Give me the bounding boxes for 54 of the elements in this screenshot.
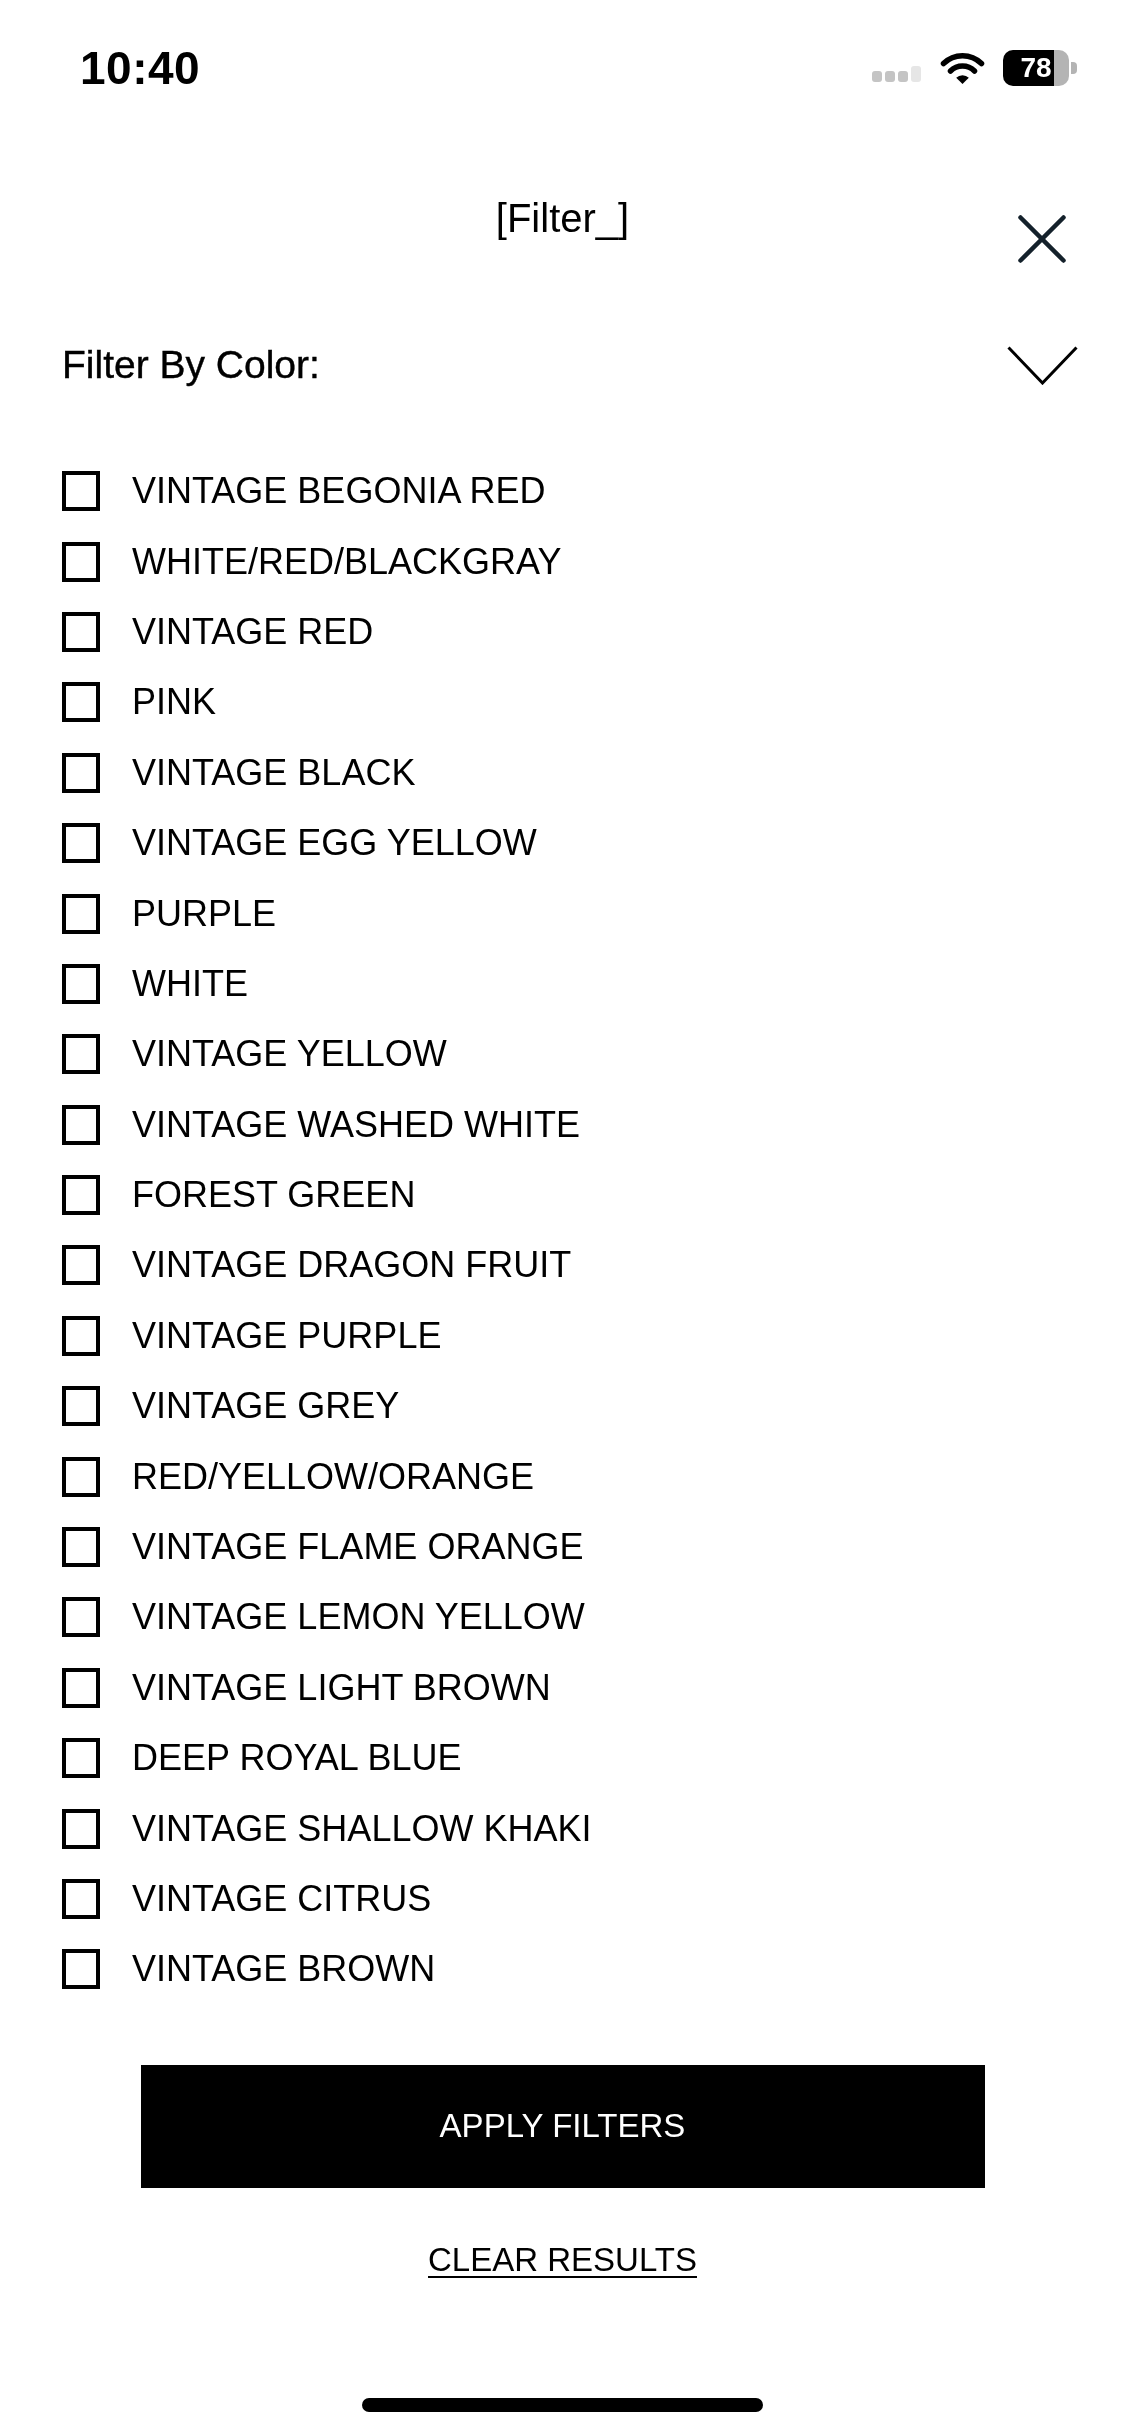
color-option-label: WHITE/RED/BLACKGRAY — [132, 539, 562, 584]
checkbox[interactable] — [62, 1597, 100, 1638]
checkbox[interactable] — [62, 1879, 100, 1919]
checkbox[interactable] — [62, 1456, 100, 1497]
color-option-label: VINTAGE WASHED WHITE — [132, 1102, 580, 1147]
checkbox[interactable] — [62, 541, 100, 582]
checkbox[interactable] — [62, 1175, 100, 1216]
status-time: 10:40 — [80, 45, 201, 91]
wifi-icon — [940, 51, 985, 85]
color-option-label: VINTAGE SHALLOW KHAKI — [132, 1806, 592, 1851]
color-option-label: VINTAGE EGG YELLOW — [132, 821, 537, 866]
color-option-label: VINTAGE FLAME ORANGE — [132, 1525, 584, 1570]
close-icon[interactable] — [1018, 215, 1066, 263]
checkbox[interactable] — [62, 1034, 100, 1075]
checkbox[interactable] — [62, 471, 100, 512]
color-option-label: VINTAGE BEGONIA RED — [132, 469, 546, 514]
checkbox[interactable] — [62, 1386, 100, 1427]
color-option-label: RED/YELLOW/ORANGE — [132, 1454, 535, 1499]
color-option-label: VINTAGE LEMON YELLOW — [132, 1595, 585, 1640]
checkbox[interactable] — [62, 611, 100, 652]
checkbox[interactable] — [62, 963, 100, 1004]
checkbox[interactable] — [62, 682, 100, 723]
checkbox[interactable] — [62, 1949, 100, 1990]
filter-section-label: Filter By Color: — [62, 342, 320, 388]
battery-indicator: 78 — [1003, 50, 1077, 86]
color-option-label: VINTAGE DRAGON FRUIT — [132, 1243, 572, 1288]
color-option-label: VINTAGE YELLOW — [132, 1032, 447, 1077]
chevron-icon[interactable] — [1007, 345, 1078, 385]
checkbox[interactable] — [62, 1315, 100, 1356]
checkbox[interactable] — [62, 1104, 100, 1145]
checkbox[interactable] — [62, 752, 100, 793]
color-option-label: VINTAGE RED — [132, 609, 374, 654]
color-option-label: DEEP ROYAL BLUE — [132, 1736, 462, 1781]
apply-filters-button[interactable]: APPLY FILTERS — [140, 2064, 985, 2188]
checkbox[interactable] — [62, 1667, 100, 1708]
color-option-label: WHITE — [132, 961, 248, 1006]
color-option-label: PURPLE — [132, 891, 277, 936]
color-option-label: VINTAGE LIGHT BROWN — [132, 1665, 551, 1710]
checkbox[interactable] — [62, 1245, 100, 1286]
color-option-label: VINTAGE GREY — [132, 1384, 400, 1429]
color-option-label: FOREST GREEN — [132, 1173, 416, 1218]
clear-results-link[interactable]: CLEAR RESULTS — [428, 2237, 697, 2282]
checkbox[interactable] — [62, 823, 100, 864]
checkbox[interactable] — [62, 893, 100, 934]
color-option-label: VINTAGE BLACK — [132, 750, 416, 795]
checkbox[interactable] — [62, 1738, 100, 1779]
signal-icon — [872, 66, 924, 82]
color-option-label: PINK — [132, 680, 217, 725]
color-option-label: VINTAGE PURPLE — [132, 1313, 442, 1358]
color-option-label: VINTAGE CITRUS — [132, 1877, 432, 1921]
screen-title: [Filter_] — [495, 195, 630, 241]
checkbox[interactable] — [62, 1808, 100, 1849]
color-option-label: VINTAGE BROWN — [132, 1947, 436, 1992]
checkbox[interactable] — [62, 1527, 100, 1568]
